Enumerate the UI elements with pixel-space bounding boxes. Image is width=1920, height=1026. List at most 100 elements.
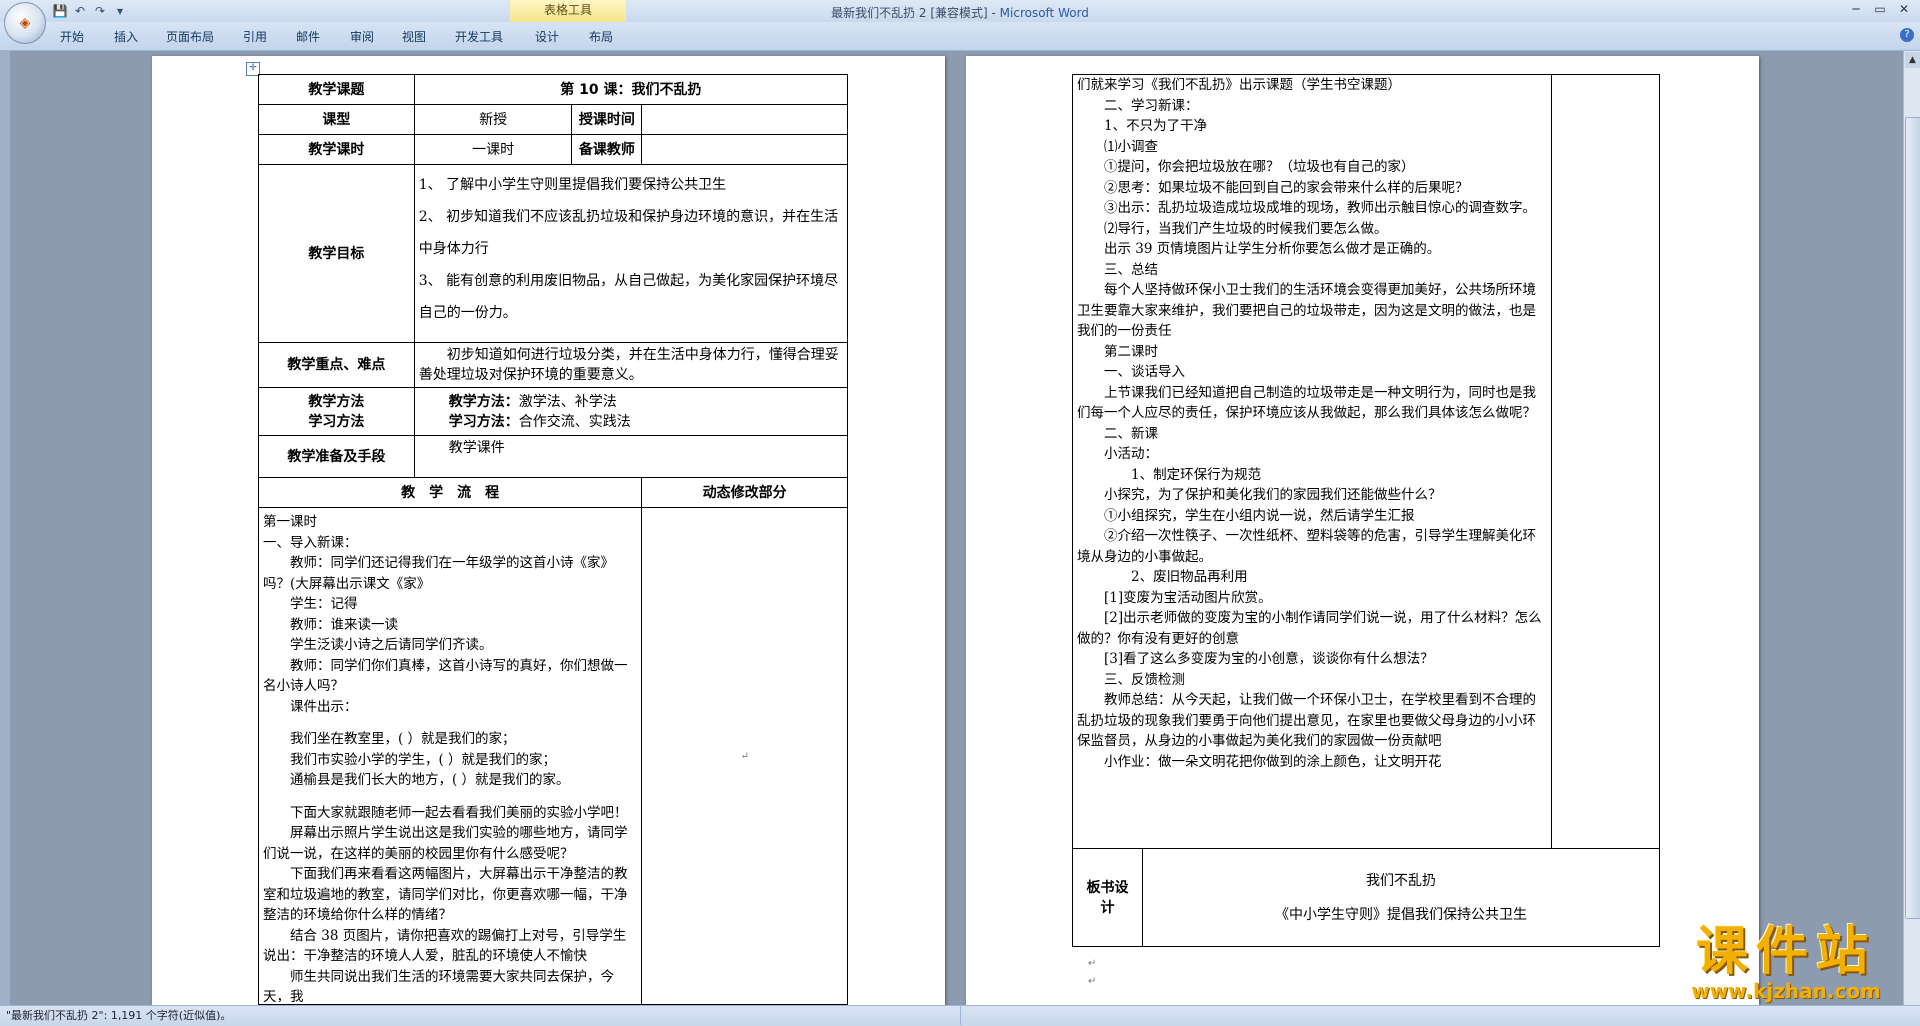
logo-url: www.kjzhan.com — [1691, 979, 1881, 1003]
status-text: "最新我们不乱扔 2": 1,191 个字符(近似值)。 — [6, 1009, 232, 1022]
status-separator — [960, 1005, 961, 1025]
flow-line: 课件出示： — [290, 698, 358, 715]
scroll-thumb[interactable] — [1905, 117, 1920, 919]
tab-home[interactable]: 开始 — [60, 28, 84, 45]
flow-line: 1、制定环保行为规范 — [1131, 466, 1262, 483]
flow-header: 教 学 流 程 — [257, 477, 643, 508]
flow-line: 一、导入新课： — [263, 534, 358, 551]
vertical-scrollbar[interactable]: ▲ — [1903, 51, 1920, 1011]
lesson-plan-table: 教学课题 第 10 课：我们不乱扔 课型 新授 授课时间 教学课时 一课时 备课… — [257, 74, 849, 1005]
vertical-ruler — [0, 51, 10, 1011]
board-label: 板书设计 — [1072, 848, 1143, 947]
flow-line: 屏幕出示照片学生说出这是我们实验的哪些地方，请同学们说一说，在这样的美丽的校园里… — [263, 825, 628, 862]
flow-line — [263, 791, 637, 803]
table-tools-context-tab: 表格工具 — [510, 0, 626, 22]
scroll-up-icon[interactable]: ▲ — [1905, 52, 1920, 68]
tab-layout[interactable]: 布局 — [589, 28, 613, 45]
flow-line: ③出示：乱扔垃圾造成垃圾成堆的现场，教师出示触目惊心的调查数字。 — [1104, 200, 1536, 216]
tab-design[interactable]: 设计 — [535, 28, 559, 45]
modify-cell[interactable]: ↵ — [641, 507, 848, 1005]
tab-mailings[interactable]: 邮件 — [296, 28, 320, 45]
flow-line: 小活动： — [1104, 446, 1158, 462]
goals-cell: 1、 了解中小学生守则里提倡我们要保持公共卫生 2、 初步知道我们不应该乱扔垃圾… — [413, 164, 849, 343]
flow-line: 上节课我们已经知道把自己制造的垃圾带走是一种文明行为，同时也是我们每一个人应尽的… — [1077, 384, 1536, 422]
prep-value: 教学课件 — [413, 435, 849, 478]
flow-right-cell: 们就来学习《我们不乱扔》出示课题（学生书空课题） 二、学习新课： 1、不只为了干… — [1071, 74, 1553, 849]
key-value: 初步知道如何进行垃圾分类，并在生活中身体力行，懂得合理妥善处理垃圾对保护环境的重… — [413, 342, 849, 388]
flow-line: 每个人坚持做环保小卫士我们的生活环境会变得更加美好，公共场所环境卫生要靠大家来维… — [1077, 282, 1536, 339]
help-icon[interactable]: ? — [1900, 28, 1914, 42]
type-label: 课型 — [258, 104, 415, 135]
board-line-1: 我们不乱扔 — [1365, 872, 1436, 889]
ribbon-tabs: 开始 插入 页面布局 引用 邮件 审阅 视图 开发工具 设计 布局 ? — [0, 22, 1920, 51]
undo-icon[interactable]: ↶ — [72, 3, 88, 19]
modify-header: 动态修改部分 — [641, 477, 848, 508]
maximize-icon[interactable]: ▭ — [1868, 0, 1892, 18]
office-button[interactable]: ◈ — [4, 2, 46, 44]
flow-line: 2、废旧物品再利用 — [1131, 569, 1248, 585]
flow-line: ⑴小调查 — [1104, 138, 1158, 155]
save-icon[interactable]: 💾 — [52, 3, 68, 19]
window-controls: ─ ▭ ✕ — [1844, 0, 1916, 18]
flow-line: 学生：记得 — [290, 596, 358, 612]
tab-view[interactable]: 视图 — [402, 28, 426, 45]
method-value: 教学方法：激学法、补学法 学习方法：合作交流、实践法 — [413, 387, 849, 436]
flow-line: 二、新课 — [1104, 425, 1158, 442]
flow-line: 结合 38 页图片，请你把喜欢的踢偏打上对号，引导学生说出：干净整洁的环境人人爱… — [263, 927, 627, 965]
paragraph-mark: ↵ — [1088, 958, 1097, 969]
tab-references[interactable]: 引用 — [243, 28, 267, 45]
redo-icon[interactable]: ↷ — [92, 3, 108, 19]
board-line-2: 《中小学生守则》提倡我们保持公共卫生 — [1274, 906, 1527, 923]
flow-line: ①小组探究，学生在小组内说一说，然后请学生汇报 — [1104, 507, 1415, 524]
quick-access-toolbar: 💾 ↶ ↷ ▾ — [52, 3, 128, 19]
flow-line: [2]出示老师做的变废为宝的小制作请同学们说一说，用了什么材料？怎么做的？你有没… — [1077, 610, 1542, 647]
flow-line: [3]看了这么多变废为宝的小创意，谈谈你有什么想法？ — [1104, 651, 1434, 667]
qat-more-icon[interactable]: ▾ — [112, 3, 128, 19]
flow-line: 小探究，为了保护和美化我们的家园我们还能做些什么？ — [1104, 487, 1442, 503]
flow-line: 二、学习新课： — [1104, 97, 1199, 114]
goal-item: 1、 了解中小学生守则里提倡我们要保持公共卫生 — [418, 177, 727, 193]
flow-line: 1、不只为了干净 — [1104, 118, 1208, 134]
flow-line: ②介绍一次性筷子、一次性纸杯、塑料袋等的危害，引导学生理解美化环境从身边的小事做… — [1077, 528, 1536, 565]
flow-line: 们就来学习《我们不乱扔》出示课题（学生书空课题） — [1077, 77, 1401, 93]
kjzhan-logo: 课件站 www.kjzhan.com — [1668, 924, 1904, 1006]
modify-cell-continued[interactable] — [1551, 74, 1660, 849]
key-label: 教学重点、难点 — [258, 342, 415, 388]
flow-line: 下面大家就跟随老师一起去看看我们美丽的实验小学吧！ — [290, 804, 628, 821]
teacher-value[interactable] — [641, 134, 848, 165]
tab-review[interactable]: 审阅 — [350, 28, 374, 45]
flow-line: ①提问，你会把垃圾放在哪？（垃圾也有自己的家） — [1104, 159, 1415, 175]
hours-label: 教学课时 — [258, 134, 415, 165]
topic-label: 教学课题 — [258, 74, 415, 105]
flow-line: 小作业：做一朵文明花把你做到的涂上颜色，让文明开花 — [1104, 753, 1442, 770]
minimize-icon[interactable]: ─ — [1844, 0, 1868, 18]
method-value-2: 合作交流、实践法 — [518, 413, 631, 430]
flow-line: 我们市实验小学的学生，( ）就是我们的家； — [290, 751, 557, 768]
flow-line: 教师：同学们还记得我们在一年级学的这首小诗《家》吗？(大屏幕出示课文《家》 — [263, 555, 614, 592]
type-value: 新授 — [413, 104, 573, 135]
flow-line: 学生泛读小诗之后请同学们齐读。 — [290, 637, 493, 653]
tab-insert[interactable]: 插入 — [114, 28, 138, 45]
flow-line: [1]变废为宝活动图片欣赏。 — [1104, 589, 1272, 606]
board-content: 我们不乱扔 《中小学生守则》提倡我们保持公共卫生 — [1141, 848, 1661, 947]
close-icon[interactable]: ✕ — [1892, 0, 1916, 18]
flow-line: 出示 39 页情境图片让学生分析你要怎么做才是正确的。 — [1104, 241, 1441, 257]
method-prefix-2: 学习方法： — [448, 413, 519, 430]
time-value[interactable] — [641, 104, 848, 135]
prep-label: 教学准备及手段 — [258, 435, 415, 478]
goals-label: 教学目标 — [258, 164, 415, 343]
flow-line: 师生共同说出我们生活的环境需要大家共同去保护，今天，我 — [263, 968, 614, 1003]
topic-value: 第 10 课：我们不乱扔 — [413, 74, 849, 105]
flow-line: 教师总结：从今天起，让我们做一个环保小卫士，在学校里看到不合理的乱扔垃圾的现象我… — [1077, 692, 1536, 749]
flow-line: ②思考：如果垃圾不能回到自己的家会带来什么样的后果呢？ — [1104, 179, 1469, 196]
tab-developer[interactable]: 开发工具 — [455, 28, 503, 45]
tab-page-layout[interactable]: 页面布局 — [166, 28, 214, 45]
office-logo-icon: ◈ — [19, 15, 31, 31]
window-title: 最新我们不乱扔 2 [兼容模式] - Microsoft Word — [831, 6, 1089, 20]
flow-line: 我们坐在教室里，( ）就是我们的家； — [290, 731, 516, 747]
flow-line: 三、反馈检测 — [1104, 671, 1185, 688]
goal-item: 2、 初步知道我们不应该乱扔垃圾和保护身边环境的意识，并在生活中身体力行 — [418, 209, 839, 257]
flow-line: 教师：同学们你们真棒，这首小诗写的真好，你们想做一名小诗人吗？ — [263, 657, 628, 695]
flow-line: 一、谈话导入 — [1104, 364, 1185, 380]
flow-line: 三、总结 — [1104, 261, 1158, 278]
